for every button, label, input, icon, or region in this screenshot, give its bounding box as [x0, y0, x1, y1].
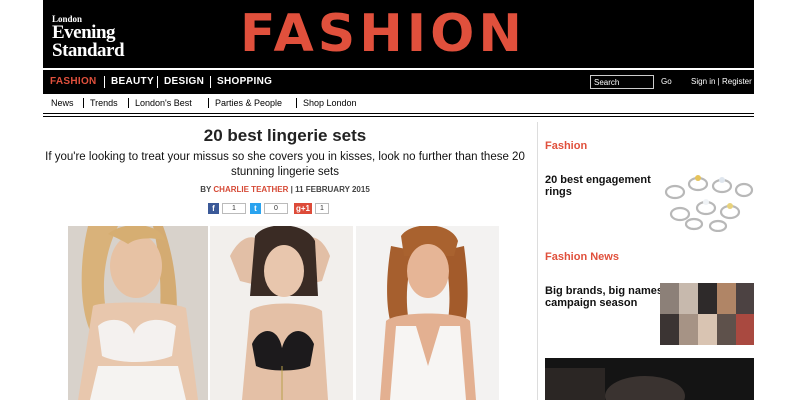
share-bar: f 1 t 0 g+1 1: [208, 203, 338, 216]
column-divider: [537, 122, 538, 400]
google-plus-count: 1: [315, 203, 329, 214]
model-white-lace-image: [68, 226, 208, 400]
sidebar-video-thumbnail[interactable]: [545, 358, 754, 400]
engagement-rings-thumbnail[interactable]: [660, 172, 754, 232]
article-standfirst: If you're looking to treat your missus s…: [45, 151, 525, 178]
twitter-icon[interactable]: t: [250, 203, 261, 214]
subnav-separator: [128, 98, 129, 108]
nav-item-design[interactable]: DESIGN: [164, 70, 204, 94]
sidebar-section-fashion[interactable]: Fashion: [545, 140, 587, 152]
nav-separator: [157, 76, 158, 88]
byline-date: | 11 FEBRUARY 2015: [290, 185, 370, 194]
logo-line-standard: Standard: [52, 39, 125, 61]
model-black-lace-image: [210, 226, 353, 400]
divider-rule: [43, 116, 754, 117]
subnav-item-shop-london[interactable]: Shop London: [303, 96, 357, 110]
evening-standard-logo[interactable]: London Evening Standard: [52, 15, 125, 61]
campaign-season-thumbnail[interactable]: [660, 283, 754, 345]
twitter-count: 0: [264, 203, 288, 214]
subnav-item-parties-people[interactable]: Parties & People: [215, 96, 282, 110]
google-plus-icon[interactable]: g+1: [294, 203, 312, 214]
article-headline: 20 best lingerie sets: [203, 126, 367, 145]
nav-separator: [210, 76, 211, 88]
signin-register-link[interactable]: Sign in | Register: [691, 70, 752, 94]
sub-nav: News Trends London's Best Parties & Peop…: [43, 96, 754, 110]
facebook-icon[interactable]: f: [208, 203, 219, 214]
nav-separator: [104, 76, 105, 88]
subnav-item-news[interactable]: News: [51, 96, 74, 110]
subnav-separator: [208, 98, 209, 108]
model-white-bodysuit-image: [356, 226, 499, 400]
subnav-item-trends[interactable]: Trends: [90, 96, 118, 110]
facebook-count: 1: [222, 203, 246, 214]
subnav-separator: [296, 98, 297, 108]
main-nav: FASHION BEAUTY DESIGN SHOPPING Go Sign i…: [43, 70, 754, 94]
sidebar-article-engagement-rings[interactable]: 20 best engagement rings: [545, 174, 655, 198]
subnav-separator: [83, 98, 84, 108]
divider-rule: [43, 113, 754, 114]
search-input[interactable]: [590, 75, 654, 89]
lingerie-photo-2[interactable]: [210, 226, 353, 400]
byline-prefix: BY: [200, 185, 212, 194]
byline-author[interactable]: CHARLIE TEATHER: [213, 185, 288, 194]
logo-line-evening: Evening: [52, 21, 116, 43]
section-title[interactable]: FASHION: [240, 2, 526, 66]
video-still-image: [545, 358, 754, 400]
nav-item-shopping[interactable]: SHOPPING: [217, 70, 272, 94]
nav-item-beauty[interactable]: BEAUTY: [111, 70, 154, 94]
nav-item-fashion[interactable]: FASHION: [50, 70, 97, 94]
search-go-button[interactable]: Go: [661, 70, 672, 94]
sidebar-section-fashion-news[interactable]: Fashion News: [545, 251, 619, 263]
campaign-collage-image: [660, 283, 754, 345]
subnav-item-londons-best[interactable]: London's Best: [135, 96, 192, 110]
lingerie-photo-1[interactable]: [68, 226, 208, 400]
masthead: London Evening Standard FASHION: [43, 0, 754, 68]
rings-image: [660, 172, 754, 232]
article-byline: BY CHARLIE TEATHER | 11 FEBRUARY 2015: [43, 185, 527, 194]
lingerie-photo-3[interactable]: [356, 226, 499, 400]
